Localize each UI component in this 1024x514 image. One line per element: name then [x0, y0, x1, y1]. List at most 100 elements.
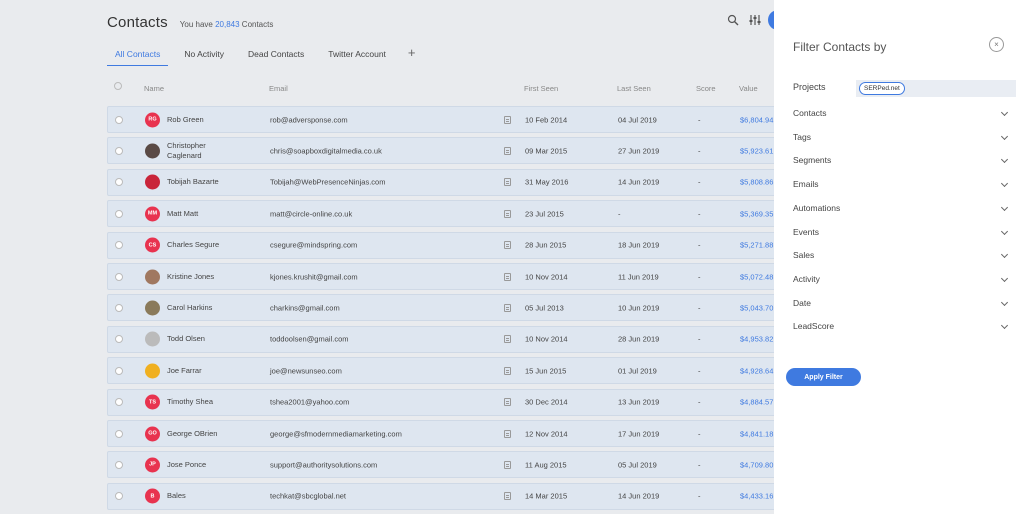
filter-item-events[interactable]: Events: [793, 226, 1009, 240]
chevron-down-icon: [1000, 251, 1009, 259]
filter-item-emails[interactable]: Emails: [793, 178, 1009, 192]
document-icon[interactable]: [504, 398, 511, 407]
contact-value: $4,953.82: [740, 334, 774, 344]
contact-name[interactable]: Bales: [167, 491, 237, 501]
row-checkbox[interactable]: [115, 272, 123, 281]
contact-value: $5,923.61: [740, 146, 774, 156]
filter-item-activity[interactable]: Activity: [793, 273, 1009, 287]
last-seen: 01 Jul 2019: [618, 366, 657, 376]
contact-email: george@sfmodernmediamarketing.com: [270, 429, 402, 438]
document-icon[interactable]: [504, 241, 511, 250]
table-row[interactable]: Carol Harkins charkins@gmail.com 05 Jul 20…: [107, 294, 774, 322]
row-checkbox[interactable]: [115, 429, 123, 438]
row-checkbox[interactable]: [115, 303, 123, 312]
contact-name[interactable]: Timothy Shea: [167, 397, 237, 407]
contact-name[interactable]: Charles Segure: [167, 240, 237, 250]
row-checkbox[interactable]: [115, 178, 123, 187]
tab-twitter-account[interactable]: Twitter Account: [320, 44, 394, 66]
row-checkbox[interactable]: [115, 398, 123, 407]
filter-item-sales[interactable]: Sales: [793, 249, 1009, 263]
row-checkbox[interactable]: [115, 146, 123, 155]
score: -: [698, 177, 701, 187]
contact-name[interactable]: Carol Harkins: [167, 303, 237, 313]
table-row[interactable]: CS Charles Segure csegure@mindspring.com 28…: [107, 231, 774, 259]
row-checkbox[interactable]: [115, 460, 123, 469]
document-icon[interactable]: [504, 492, 511, 501]
score: -: [698, 115, 701, 124]
project-chip[interactable]: SERPed.net: [859, 82, 905, 95]
table-row[interactable]: RG Rob Green rob@adversponse.com 10 Feb 201…: [107, 106, 774, 133]
search-icon[interactable]: [727, 13, 739, 26]
contact-name[interactable]: Tobijah Bazarte: [167, 177, 237, 187]
filter-item-date[interactable]: Date: [793, 297, 1009, 311]
contact-name[interactable]: George OBrien: [167, 429, 237, 439]
last-seen: 14 Jun 2019: [618, 177, 660, 187]
row-checkbox[interactable]: [115, 335, 123, 344]
contact-name[interactable]: Joe Farrar: [167, 366, 237, 376]
filter-item-tags[interactable]: Tags: [793, 131, 1009, 145]
column-last-seen[interactable]: Last Seen: [617, 84, 651, 93]
table-row[interactable]: B Bales techkat@sbcglobal.net 14 Mar 2015 14…: [107, 482, 774, 510]
add-tab-button[interactable]: +: [402, 44, 422, 66]
row-checkbox[interactable]: [115, 115, 123, 124]
contact-name[interactable]: Christopher Caglenard: [167, 141, 237, 161]
contact-name[interactable]: Todd Olsen: [167, 334, 237, 344]
document-icon[interactable]: [504, 460, 511, 469]
contact-name[interactable]: Rob Green: [167, 115, 237, 125]
column-value[interactable]: Value: [739, 84, 758, 93]
document-icon[interactable]: [504, 335, 511, 344]
document-icon[interactable]: [504, 303, 511, 312]
contact-email: matt@circle-online.co.uk: [270, 209, 353, 219]
document-icon[interactable]: [504, 115, 511, 124]
contact-name[interactable]: Matt Matt: [167, 209, 237, 219]
score: -: [698, 334, 701, 344]
table-row[interactable]: Joe Farrar joe@newsunseo.com 15 Jun 2015 01…: [107, 357, 774, 385]
tab-no-activity[interactable]: No Activity: [176, 44, 232, 66]
score: -: [698, 303, 701, 313]
score: -: [698, 209, 701, 219]
document-icon[interactable]: [504, 146, 511, 155]
chevron-down-icon: [1000, 156, 1009, 164]
table-row[interactable]: JP Jose Ponce support@authoritysolutions.c…: [107, 451, 774, 479]
filter-item-contacts[interactable]: Contacts: [793, 107, 1009, 121]
column-email[interactable]: Email: [269, 84, 288, 93]
avatar: [145, 363, 160, 379]
document-icon[interactable]: [504, 209, 511, 218]
projects-input[interactable]: SERPed.net: [856, 80, 1016, 97]
table-row[interactable]: MM Matt Matt matt@circle-online.co.uk 23 Ju…: [107, 200, 774, 228]
contact-value: $6,804.94: [740, 115, 774, 124]
first-seen: 10 Feb 2014: [525, 115, 568, 124]
table-row[interactable]: TS Timothy Shea tshea2001@yahoo.com 30 Dec …: [107, 388, 774, 416]
contact-name[interactable]: Jose Ponce: [167, 460, 237, 470]
table-row[interactable]: Tobijah Bazarte Tobijah@WebPresenceNinjas…: [107, 168, 774, 196]
table-row[interactable]: Christopher Caglenard chris@soapboxdigita…: [107, 137, 774, 165]
last-seen: -: [618, 209, 621, 219]
row-checkbox[interactable]: [115, 209, 123, 218]
contact-value: $5,369.35: [740, 209, 774, 219]
score: -: [698, 491, 701, 501]
row-checkbox[interactable]: [115, 241, 123, 250]
column-score[interactable]: Score: [696, 84, 716, 93]
filter-item-leadscore[interactable]: LeadScore: [793, 320, 1009, 334]
table-row[interactable]: Kristine Jones kjones.krushit@gmail.com 10…: [107, 263, 774, 290]
filter-sliders-icon[interactable]: [749, 13, 761, 25]
column-name[interactable]: Name: [144, 84, 164, 93]
table-row[interactable]: GO George OBrien george@sfmodernmediamarke…: [107, 420, 774, 447]
contact-name[interactable]: Kristine Jones: [167, 272, 237, 282]
row-checkbox[interactable]: [115, 492, 123, 501]
tab-all-contacts[interactable]: All Contacts: [107, 44, 169, 66]
filter-item-automations[interactable]: Automations: [793, 202, 1009, 216]
document-icon[interactable]: [504, 429, 511, 438]
table-row[interactable]: Todd Olsen toddoolsen@gmail.com 10 Nov 201…: [107, 325, 774, 353]
filter-item-segments[interactable]: Segments: [793, 154, 1009, 168]
tab-dead-contacts[interactable]: Dead Contacts: [240, 44, 312, 66]
document-icon[interactable]: [504, 366, 511, 375]
document-icon[interactable]: [504, 272, 511, 281]
close-icon[interactable]: ×: [989, 37, 1004, 52]
column-first-seen[interactable]: First Seen: [524, 84, 558, 93]
first-seen: 14 Mar 2015: [525, 491, 568, 501]
apply-filter-button[interactable]: Apply Filter: [786, 368, 861, 386]
select-all-checkbox[interactable]: [114, 82, 122, 90]
row-checkbox[interactable]: [115, 366, 123, 375]
document-icon[interactable]: [504, 178, 511, 187]
